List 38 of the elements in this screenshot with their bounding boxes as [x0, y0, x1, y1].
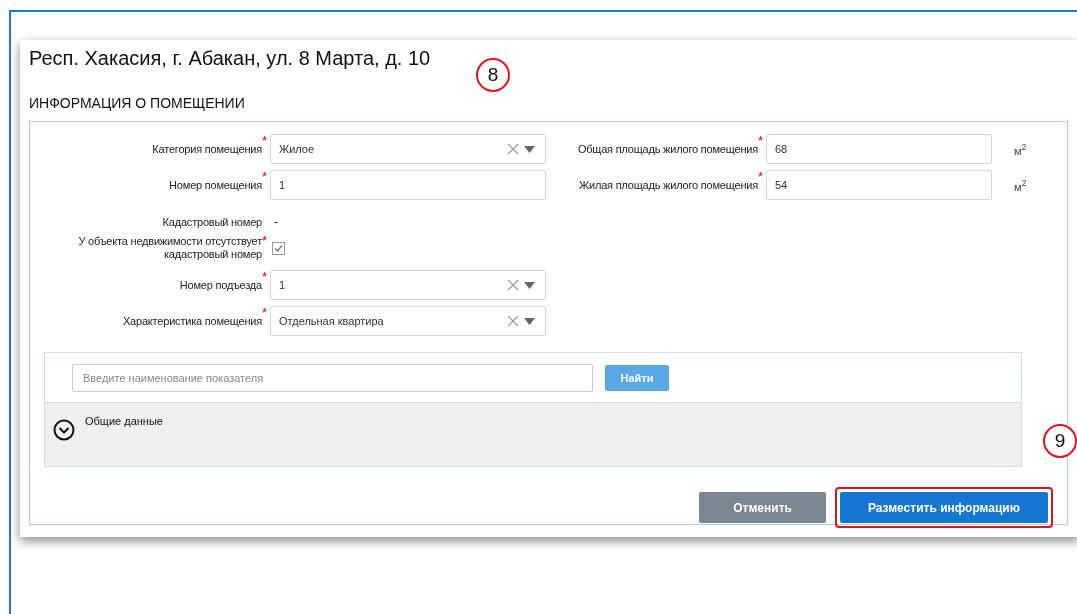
- cancel-button[interactable]: Отменить: [699, 492, 826, 523]
- required-asterisk: *: [262, 170, 268, 183]
- field-label: У объекта недвижимости отсутствует кадастровый номер: [77, 235, 262, 261]
- input-field[interactable]: 68: [766, 134, 992, 164]
- step-marker: 9: [1043, 424, 1077, 458]
- required-asterisk: *: [262, 270, 268, 283]
- field-label: Номер помещения: [169, 178, 262, 192]
- accordion-label: Общие данные: [85, 415, 163, 427]
- unit-label: м$^{2}$: [1014, 177, 1027, 193]
- search-field[interactable]: Введите наименование показателя: [72, 363, 593, 392]
- field-value: -: [274, 215, 278, 229]
- checkbox[interactable]: [272, 241, 285, 255]
- field-label: Жилая площадь жилого помещения: [579, 178, 758, 192]
- input-field[interactable]: 54: [766, 170, 992, 200]
- address-title: Респ. Хакасия, г. Абакан, ул. 8 Марта, д. 10: [29, 46, 432, 70]
- select-field[interactable]: 1: [270, 270, 546, 300]
- submit-button[interactable]: Разместить информацию: [839, 492, 1048, 523]
- required-asterisk: *: [262, 234, 268, 247]
- input-field[interactable]: 1: [270, 170, 546, 200]
- field-label: Категория помещения: [152, 142, 262, 156]
- chevron-circle-icon[interactable]: [53, 419, 75, 441]
- required-asterisk: *: [758, 134, 764, 147]
- required-asterisk: *: [758, 170, 764, 183]
- required-asterisk: *: [262, 306, 268, 319]
- select-field[interactable]: Отдельная квартира: [270, 306, 546, 336]
- select-field[interactable]: Жилое: [270, 134, 546, 164]
- accordion-header[interactable]: Общие данные: [45, 402, 1021, 466]
- field-label: Кадастровый номер: [162, 215, 262, 229]
- clear-dropdown-icon[interactable]: [507, 279, 537, 291]
- field-label: Характеристика помещения: [123, 314, 262, 328]
- required-asterisk: *: [262, 134, 268, 147]
- unit-label: м$^{2}$: [1014, 141, 1027, 157]
- section-title: ИНФОРМАЦИЯ О ПОМЕЩЕНИИ: [29, 95, 246, 111]
- clear-dropdown-icon[interactable]: [507, 143, 537, 155]
- clear-dropdown-icon[interactable]: [507, 315, 537, 327]
- field-label: Номер подъезда: [179, 278, 262, 292]
- field-label: Общая площадь жилого помещения: [577, 142, 758, 156]
- step-marker: 8: [476, 58, 510, 92]
